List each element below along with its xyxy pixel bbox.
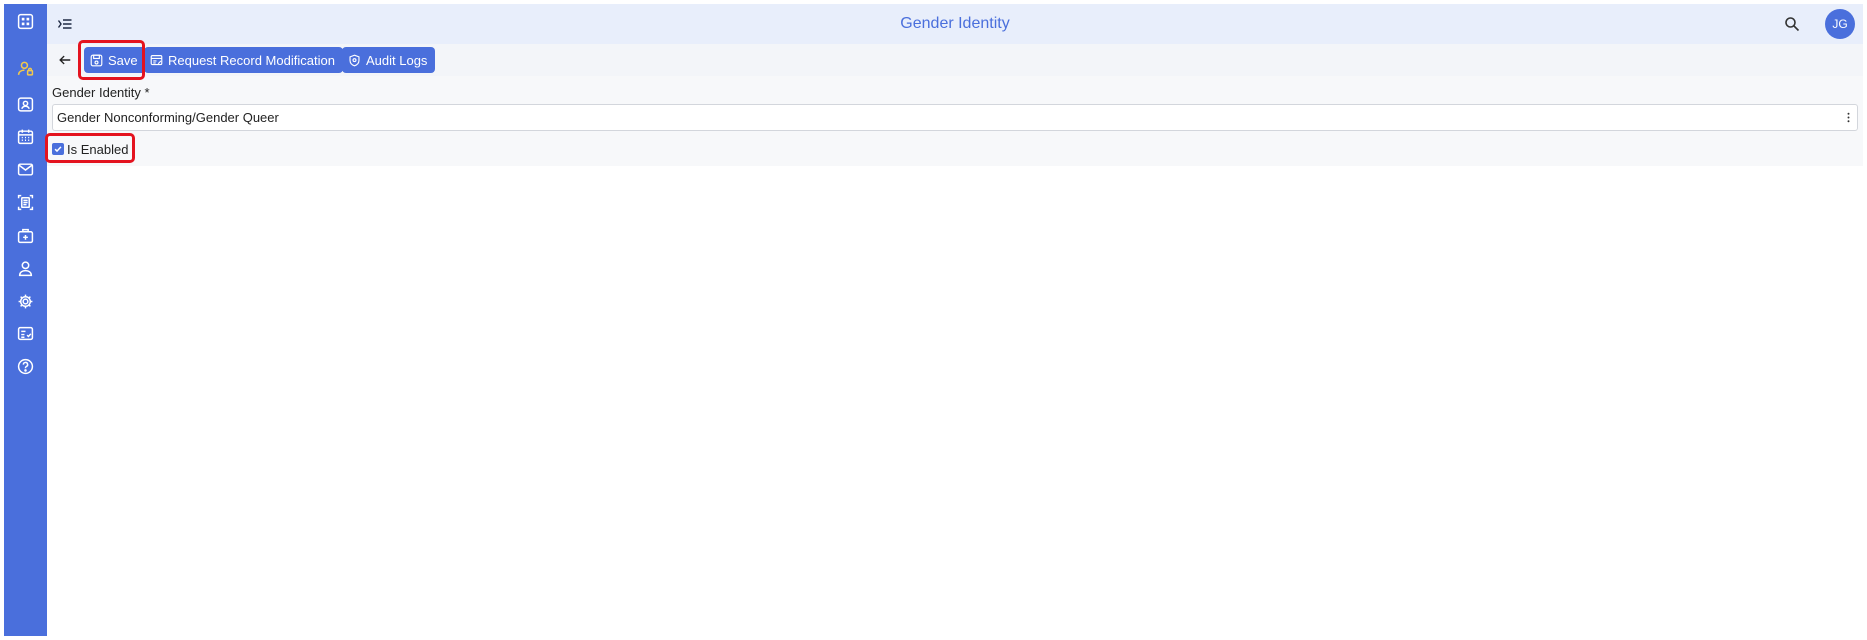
page-title: Gender Identity <box>900 15 1010 32</box>
calendar-icon[interactable] <box>4 122 47 150</box>
save-icon <box>90 54 103 66</box>
shield-icon <box>349 54 360 66</box>
save-label: Save <box>108 52 138 68</box>
settings-icon[interactable] <box>4 287 47 315</box>
request-record-modification-button[interactable]: Request Record Modification <box>144 47 343 73</box>
is-enabled-checkbox[interactable] <box>52 143 64 155</box>
checkmark-icon <box>54 146 62 153</box>
person-icon[interactable] <box>4 254 47 282</box>
audit-label: Audit Logs <box>366 52 428 68</box>
mail-icon[interactable] <box>4 155 47 183</box>
gender-identity-field[interactable]: Gender Nonconforming/Gender Queer <box>52 104 1858 131</box>
top-bar: Gender Identity JG <box>47 4 1863 44</box>
avatar[interactable]: JG <box>1825 9 1855 39</box>
search-icon[interactable] <box>1781 13 1803 35</box>
gender-identity-value: Gender Nonconforming/Gender Queer <box>57 110 279 125</box>
form-area: Gender Identity * Gender Nonconforming/G… <box>47 76 1863 166</box>
contact-card-icon[interactable] <box>4 90 47 118</box>
back-arrow-icon[interactable] <box>55 50 75 70</box>
request-label: Request Record Modification <box>168 52 335 68</box>
gender-identity-label: Gender Identity * <box>52 85 150 100</box>
save-button[interactable]: Save <box>84 47 146 73</box>
more-options-icon[interactable] <box>1843 109 1853 126</box>
document-scan-icon[interactable] <box>4 188 47 216</box>
edit-record-icon <box>150 54 163 65</box>
is-enabled-label: Is Enabled <box>67 141 129 157</box>
checklist-icon[interactable] <box>4 319 47 347</box>
toolbar: Save Request Record Modification Audit L… <box>47 44 1863 76</box>
audit-logs-button[interactable]: Audit Logs <box>342 47 436 73</box>
medical-kit-icon[interactable] <box>4 221 47 249</box>
sidebar <box>4 4 47 636</box>
is-enabled-row: Is Enabled <box>52 138 128 160</box>
apps-icon[interactable] <box>4 7 47 35</box>
help-icon[interactable] <box>4 352 47 380</box>
user-lock-icon[interactable] <box>4 54 47 82</box>
